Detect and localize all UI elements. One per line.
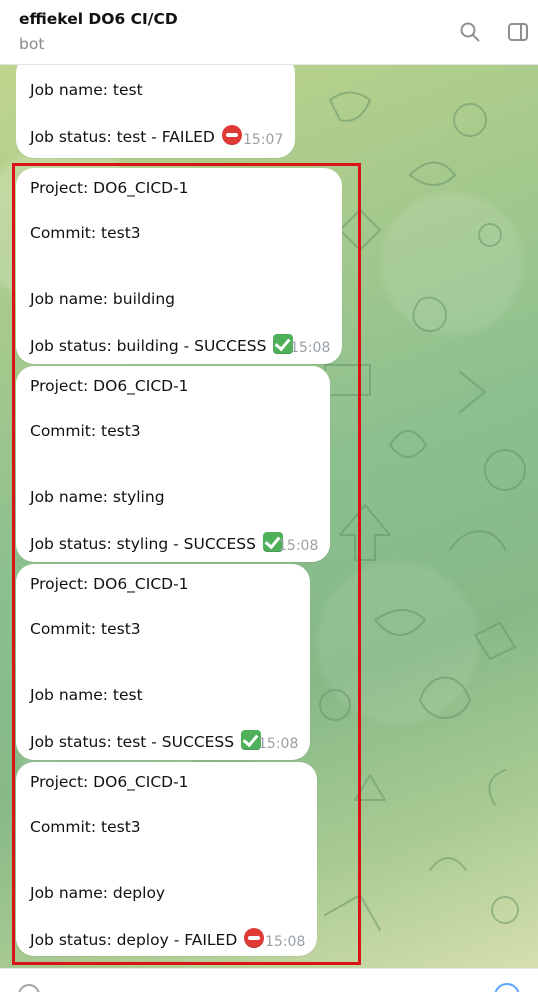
message-bubble-4[interactable]: Project: DO6_CICD-1 Commit: test3 Job na… (16, 564, 310, 760)
message-bubble-3[interactable]: Project: DO6_CICD-1 Commit: test3 Job na… (16, 366, 330, 562)
commit-text: Commit: test3 (30, 620, 141, 638)
job-name-text: Job name: test (30, 81, 143, 99)
no-entry-icon (243, 927, 265, 949)
chat-header: effiekel DO6 CI/CD bot (0, 0, 538, 65)
message-bubble-1[interactable]: Job name: test Job status: test - FAILED… (16, 65, 295, 158)
project-text: Project: DO6_CICD-1 (30, 575, 189, 593)
job-name-text: Job name: test (30, 686, 143, 704)
message-time: 15:07 (243, 132, 284, 148)
side-panel-button[interactable] (505, 19, 531, 45)
search-icon (460, 22, 480, 42)
message-bubble-5[interactable]: Project: DO6_CICD-1 Commit: test3 Job na… (16, 762, 317, 956)
commit-text: Commit: test3 (30, 422, 141, 440)
attach-icon[interactable] (18, 984, 40, 992)
job-name-text: Job name: building (30, 290, 176, 308)
message-time: 15:08 (290, 340, 331, 356)
message-time: 15:08 (278, 538, 319, 554)
job-status-line: Job status: test - SUCCESS (30, 729, 262, 752)
job-status-text: Job status: styling - SUCCESS (30, 535, 256, 553)
side-panel-icon (508, 23, 528, 41)
message-bubble-2[interactable]: Project: DO6_CICD-1 Commit: test3 Job na… (16, 168, 342, 364)
chat-history[interactable]: Job name: test Job status: test - FAILED… (0, 65, 538, 968)
job-status-text: Job status: test - FAILED (30, 128, 215, 146)
send-icon[interactable] (494, 983, 520, 992)
project-text: Project: DO6_CICD-1 (30, 773, 189, 791)
job-status-line: Job status: deploy - FAILED (30, 927, 265, 950)
job-name-text: Job name: deploy (30, 884, 166, 902)
commit-text: Commit: test3 (30, 224, 141, 242)
search-button[interactable] (457, 19, 483, 45)
no-entry-icon (221, 124, 243, 146)
chat-subtitle: bot (19, 35, 45, 53)
chat-title: effiekel DO6 CI/CD (19, 10, 178, 28)
commit-text: Commit: test3 (30, 818, 141, 836)
job-name-text: Job name: styling (30, 488, 165, 506)
message-composer[interactable]: … (0, 968, 538, 992)
project-text: Project: DO6_CICD-1 (30, 179, 189, 197)
job-status-text: Job status: deploy - FAILED (30, 931, 238, 949)
job-status-line: Job status: styling - SUCCESS (30, 531, 284, 554)
job-status-text: Job status: building - SUCCESS (30, 337, 267, 355)
job-status-line: Job status: test - FAILED (30, 124, 243, 147)
message-input[interactable]: … (57, 981, 72, 992)
project-text: Project: DO6_CICD-1 (30, 377, 189, 395)
job-status-line: Job status: building - SUCCESS (30, 333, 294, 356)
job-status-text: Job status: test - SUCCESS (30, 733, 235, 751)
message-time: 15:08 (265, 934, 306, 950)
message-time: 15:08 (258, 736, 299, 752)
